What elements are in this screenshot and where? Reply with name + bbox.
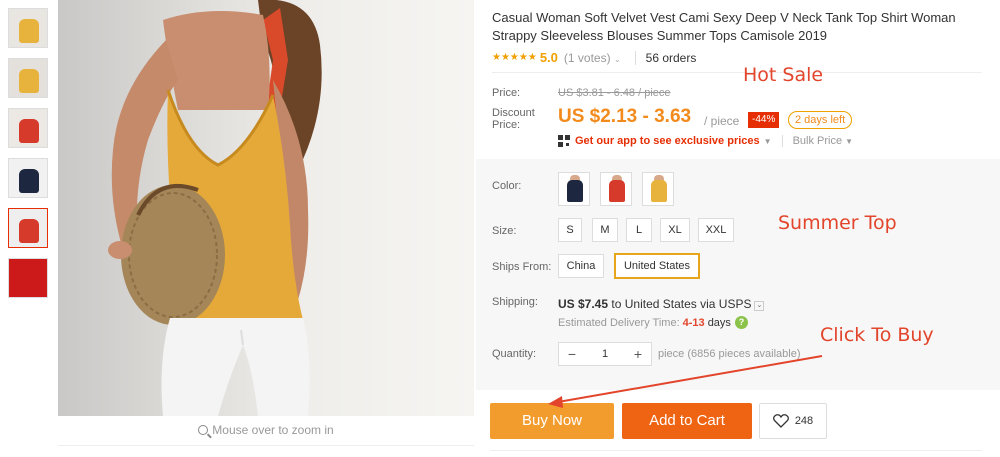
thumbnail-2[interactable]: [8, 58, 48, 98]
shipping-cost: US $7.45: [558, 297, 609, 311]
days-left-badge: 2 days left: [788, 111, 853, 129]
star-rating-icon: ★★★★★: [492, 52, 537, 63]
thumbnail-5[interactable]: [8, 208, 48, 248]
qr-code-icon: [558, 135, 570, 147]
chevron-down-icon: ⌄: [613, 54, 621, 64]
hot-sale-overlay: Hot Sale: [743, 64, 824, 86]
ships-from-label: Ships From:: [492, 261, 552, 273]
rating-row: ★★★★★ 5.0 (1 votes) ⌄ 56 orders: [492, 50, 696, 65]
votes-link[interactable]: (1 votes) ⌄: [564, 51, 621, 65]
heart-icon: [772, 414, 789, 428]
price-label: Price:: [492, 87, 521, 99]
thumbnail-3[interactable]: [8, 108, 48, 148]
wishlist-button[interactable]: 248: [759, 403, 827, 439]
shipping-label: Shipping:: [492, 296, 538, 308]
app-promo-row: Get our app to see exclusive prices ▼ Bu…: [558, 135, 853, 147]
app-exclusive-link[interactable]: Get our app to see exclusive prices: [575, 135, 760, 147]
divider: [492, 72, 982, 73]
estimated-delivery: Estimated Delivery Time: 4-13 days ?: [558, 316, 748, 329]
discount-price-label: Discount Price:: [492, 107, 535, 131]
size-label: Size:: [492, 225, 517, 237]
bulk-price-text: Bulk Price: [792, 135, 843, 147]
wishlist-count: 248: [794, 415, 814, 427]
buy-now-button[interactable]: Buy Now: [490, 403, 614, 439]
color-swatch-yellow[interactable]: [642, 172, 674, 206]
color-swatch-navy[interactable]: [558, 172, 590, 206]
color-swatch-red[interactable]: [600, 172, 632, 206]
estimated-delivery-unit: days: [707, 316, 731, 329]
ships-from-china[interactable]: China: [558, 254, 604, 278]
estimated-delivery-label: Estimated Delivery Time:: [558, 316, 680, 329]
size-option-xxl[interactable]: XXL: [698, 218, 734, 242]
magnifier-icon: [198, 425, 209, 435]
pieces-available: piece (6856 pieces available): [658, 348, 801, 360]
shipping-destination: to United States via USPS: [611, 297, 752, 311]
votes-text: (1 votes): [563, 50, 611, 65]
caret-down-icon: ▼: [845, 137, 854, 146]
thumbnail-list: [8, 8, 48, 308]
summer-top-overlay: Summer Top: [778, 212, 897, 234]
size-option-s[interactable]: S: [558, 218, 582, 242]
color-label: Color:: [492, 180, 522, 192]
size-option-l[interactable]: L: [626, 218, 652, 242]
size-option-xl[interactable]: XL: [660, 218, 690, 242]
quantity-label: Quantity:: [492, 348, 537, 360]
thumbnail-6[interactable]: [8, 258, 48, 298]
quantity-stepper: − 1 +: [558, 342, 652, 366]
product-photo-illustration: [108, 0, 322, 416]
zoom-hint: Mouse over to zoom in: [58, 416, 474, 446]
size-option-m[interactable]: M: [592, 218, 618, 242]
divider: [490, 450, 982, 451]
discount-badge: -44%: [748, 112, 780, 128]
thumbnail-1[interactable]: [8, 8, 48, 48]
quantity-decrement-button[interactable]: −: [559, 343, 585, 365]
rating-value: 5.0: [539, 50, 558, 65]
caret-down-icon: ▼: [763, 136, 772, 146]
main-product-image[interactable]: [58, 0, 474, 416]
product-detail-panel: Casual Woman Soft Velvet Vest Cami Sexy …: [476, 0, 1000, 457]
orders-count: 56 orders: [634, 50, 696, 65]
shipping-info: US $7.45 to United States via USPS ⌄: [558, 297, 765, 311]
thumbnail-4[interactable]: [8, 158, 48, 198]
original-price: US $3.81 - 6.48 / piece: [558, 87, 671, 99]
ships-from-united-states[interactable]: United States: [614, 253, 700, 279]
product-title: Casual Woman Soft Velvet Vest Cami Sexy …: [492, 10, 956, 43]
help-icon[interactable]: ?: [734, 316, 748, 329]
discount-price: US $2.13 - 3.63: [558, 106, 692, 127]
bulk-price-link[interactable]: Bulk Price ▼: [781, 135, 854, 147]
shipping-dropdown-icon[interactable]: ⌄: [754, 301, 765, 311]
per-piece-unit: / piece: [704, 114, 740, 128]
zoom-hint-text: Mouse over to zoom in: [212, 423, 334, 437]
quantity-input[interactable]: 1: [585, 343, 625, 365]
add-to-cart-button[interactable]: Add to Cart: [622, 403, 752, 439]
click-to-buy-overlay: Click To Buy: [820, 324, 934, 346]
estimated-delivery-days: 4-13: [682, 316, 705, 329]
quantity-increment-button[interactable]: +: [625, 343, 651, 365]
